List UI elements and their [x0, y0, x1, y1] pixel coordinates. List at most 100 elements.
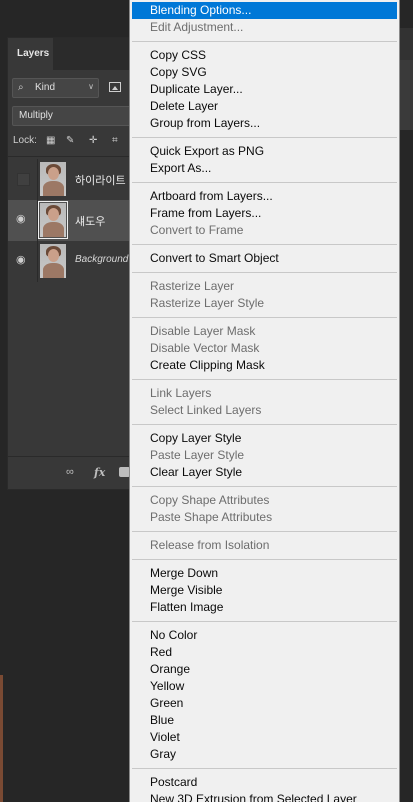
lock-artboard-icon[interactable]: ⌗: [112, 135, 118, 146]
menu-item-label: Violet: [150, 730, 180, 744]
eye-icon[interactable]: ◉: [16, 253, 26, 266]
menu-item-label: Duplicate Layer...: [150, 82, 243, 96]
menu-item[interactable]: Copy SVG: [132, 64, 397, 81]
menu-item: Convert to Frame: [132, 222, 397, 239]
menu-item-label: Delete Layer: [150, 99, 219, 113]
layer-name[interactable]: 하이라이트: [75, 172, 126, 188]
visibility-toggle[interactable]: ◉: [8, 241, 38, 282]
panel-tab-bar: Layers: [8, 38, 146, 70]
menu-separator: [132, 137, 397, 138]
menu-item[interactable]: Clear Layer Style: [132, 464, 397, 481]
fx-icon[interactable]: fx: [94, 466, 105, 479]
layer-name[interactable]: 섀도우: [75, 213, 105, 229]
layer-thumbnail: [40, 162, 66, 196]
menu-item-label: Green: [150, 696, 184, 710]
menu-item[interactable]: Postcard: [132, 774, 397, 791]
menu-item[interactable]: Merge Down: [132, 565, 397, 582]
menu-item-label: Rasterize Layer Style: [150, 296, 265, 310]
menu-item-label: New 3D Extrusion from Selected Layer: [150, 792, 357, 802]
menu-item-label: Blending Options...: [150, 3, 252, 17]
menu-item[interactable]: Blue: [132, 712, 397, 729]
menu-item: Disable Vector Mask: [132, 340, 397, 357]
menu-item[interactable]: Quick Export as PNG: [132, 143, 397, 160]
menu-item[interactable]: Artboard from Layers...: [132, 188, 397, 205]
menu-separator: [132, 317, 397, 318]
menu-item[interactable]: Duplicate Layer...: [132, 81, 397, 98]
menu-item[interactable]: Orange: [132, 661, 397, 678]
menu-item[interactable]: Group from Layers...: [132, 115, 397, 132]
collapsed-panel-strip: [398, 60, 413, 130]
menu-item-label: Quick Export as PNG: [150, 144, 265, 158]
menu-item[interactable]: Violet: [132, 729, 397, 746]
chevron-down-icon: ∨: [88, 82, 94, 91]
eye-icon[interactable]: ◉: [16, 212, 26, 225]
menu-item-label: Convert to Smart Object: [150, 251, 279, 265]
menu-item[interactable]: Export As...: [132, 160, 397, 177]
layer-context-menu: Blending Options... Edit Adjustment... Cop…: [129, 0, 400, 802]
menu-item-label: Paste Layer Style: [150, 448, 245, 462]
menu-item-label: Merge Down: [150, 566, 219, 580]
menu-separator: [132, 621, 397, 622]
layer-row[interactable]: 하이라이트: [8, 159, 141, 200]
menu-item[interactable]: Copy CSS: [132, 47, 397, 64]
menu-item-label: Edit Adjustment...: [150, 20, 244, 34]
menu-item-label: Copy SVG: [150, 65, 207, 79]
menu-item: Edit Adjustment...: [132, 19, 397, 36]
menu-item[interactable]: Red: [132, 644, 397, 661]
menu-item[interactable]: New 3D Extrusion from Selected Layer: [132, 791, 397, 802]
menu-item[interactable]: Green: [132, 695, 397, 712]
menu-separator: [132, 182, 397, 183]
menu-item-label: Postcard: [150, 775, 198, 789]
menu-item-label: Create Clipping Mask: [150, 358, 265, 372]
menu-item-label: Paste Shape Attributes: [150, 510, 273, 524]
layer-name[interactable]: Background: [75, 254, 128, 265]
lock-brush-icon[interactable]: ✎: [66, 135, 74, 146]
layer-row[interactable]: ◉ Background: [8, 241, 141, 282]
menu-item[interactable]: Frame from Layers...: [132, 205, 397, 222]
lock-transparent-icon[interactable]: ▦: [46, 135, 55, 146]
visibility-toggle[interactable]: [8, 159, 38, 200]
menu-item: Copy Shape Attributes: [132, 492, 397, 509]
menu-item[interactable]: Blending Options...: [132, 2, 397, 19]
menu-item-label: Flatten Image: [150, 600, 224, 614]
menu-item-label: Convert to Frame: [150, 223, 244, 237]
visibility-toggle[interactable]: ◉: [8, 200, 38, 241]
menu-item[interactable]: Delete Layer: [132, 98, 397, 115]
blend-mode-select[interactable]: Multiply: [12, 106, 148, 126]
menu-item-label: Copy Shape Attributes: [150, 493, 270, 507]
menu-item[interactable]: Create Clipping Mask: [132, 357, 397, 374]
hidden-visibility-box[interactable]: [17, 173, 30, 186]
filter-kind-select[interactable]: ⌕ Kind ∨: [12, 78, 99, 98]
pixel-layer-filter-icon[interactable]: [109, 82, 121, 92]
menu-item-label: Disable Vector Mask: [150, 341, 260, 355]
menu-item-label: Disable Layer Mask: [150, 324, 256, 338]
menu-item-label: Select Linked Layers: [150, 403, 262, 417]
layers-panel: Layers ⌕ Kind ∨ Multiply Lock: ▦ ✎ ✛ ⌗ 하…: [7, 37, 148, 491]
panel-footer: ∞ fx: [8, 456, 141, 491]
menu-separator: [132, 559, 397, 560]
menu-item[interactable]: Yellow: [132, 678, 397, 695]
menu-item[interactable]: Gray: [132, 746, 397, 763]
menu-item-label: Yellow: [150, 679, 185, 693]
menu-separator: [132, 272, 397, 273]
menu-item: Rasterize Layer: [132, 278, 397, 295]
menu-item[interactable]: Copy Layer Style: [132, 430, 397, 447]
menu-item-label: Orange: [150, 662, 191, 676]
search-icon: ⌕: [18, 82, 24, 93]
menu-separator: [132, 41, 397, 42]
filter-kind-label: Kind: [35, 82, 56, 93]
menu-separator: [132, 424, 397, 425]
menu-item[interactable]: Merge Visible: [132, 582, 397, 599]
menu-item[interactable]: No Color: [132, 627, 397, 644]
link-icon[interactable]: ∞: [66, 466, 74, 478]
lock-move-icon[interactable]: ✛: [89, 135, 97, 146]
menu-item[interactable]: Convert to Smart Object: [132, 250, 397, 267]
menu-separator: [132, 531, 397, 532]
menu-item[interactable]: Flatten Image: [132, 599, 397, 616]
menu-separator: [132, 379, 397, 380]
tab-layers[interactable]: Layers: [8, 38, 53, 70]
menu-item: Select Linked Layers: [132, 402, 397, 419]
layer-row-selected[interactable]: ◉ 섀도우: [8, 200, 141, 241]
menu-item-label: Merge Visible: [150, 583, 223, 597]
menu-item-label: Frame from Layers...: [150, 206, 262, 220]
